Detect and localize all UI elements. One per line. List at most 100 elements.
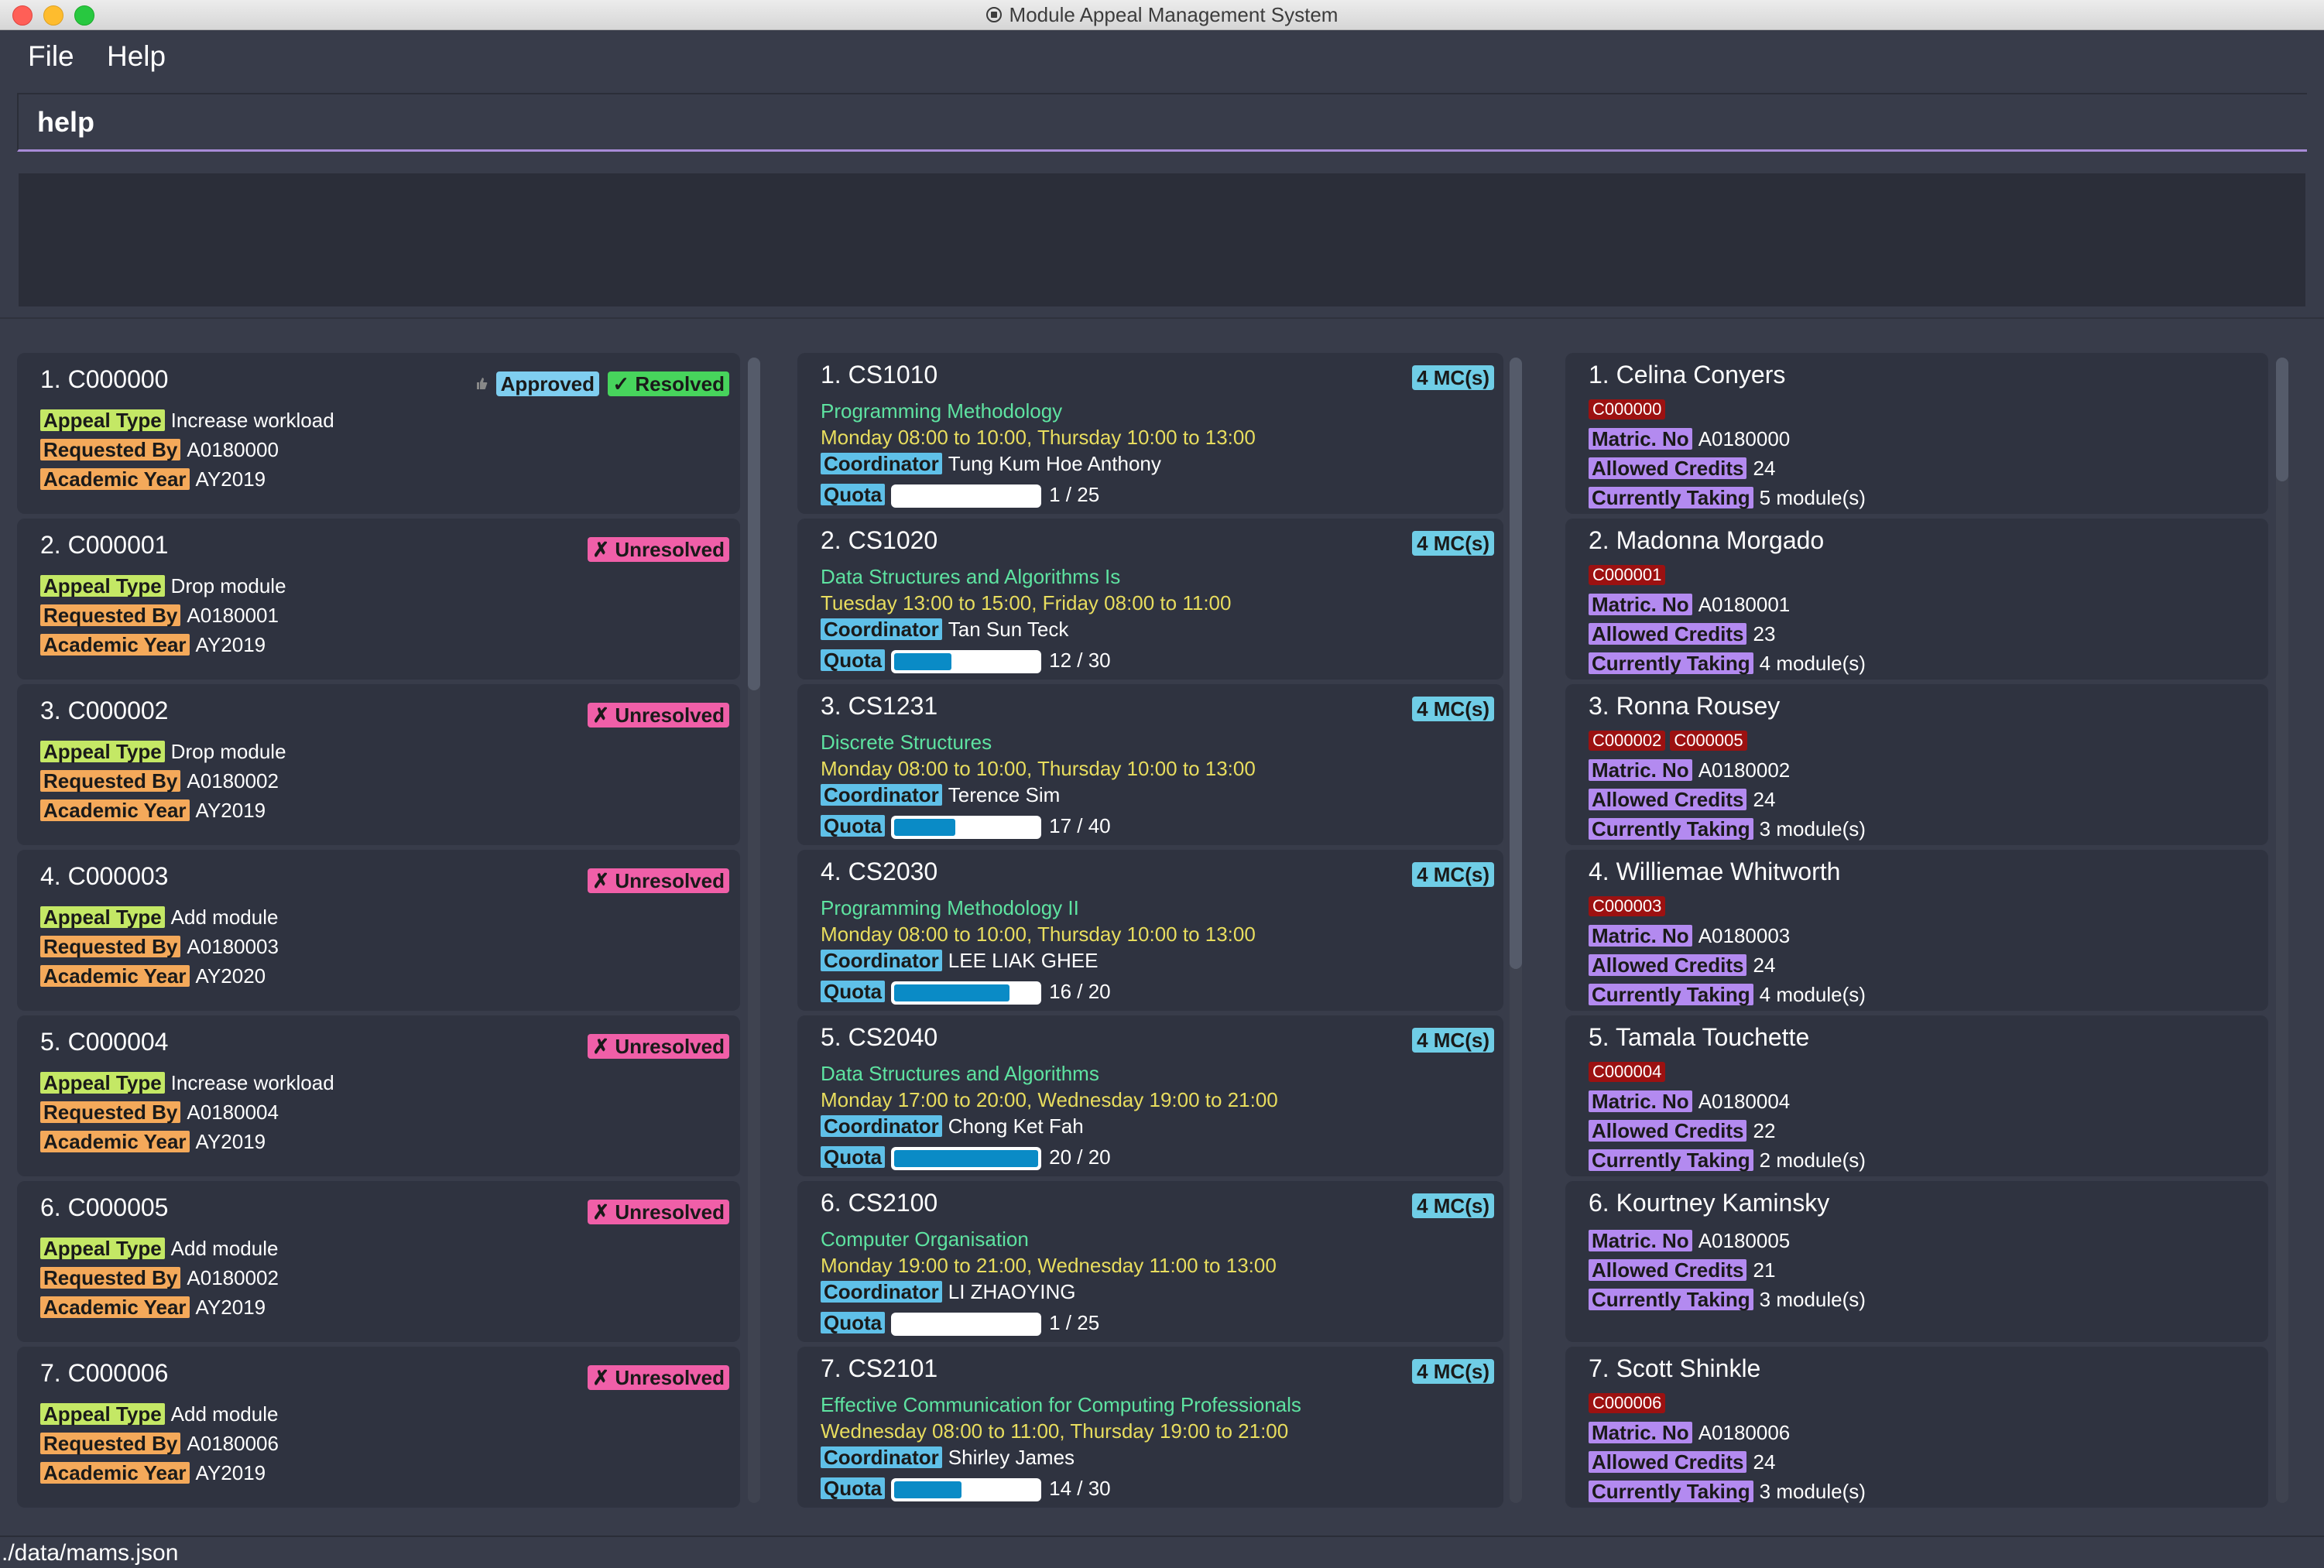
mc-badge: 4 MC(s) [1412,531,1494,556]
module-card[interactable]: 1. CS1010 4 MC(s) Programming Methodology M… [797,353,1503,514]
module-card[interactable]: 3. CS1231 4 MC(s) Discrete Structures Monda… [797,684,1503,845]
matric-no-value: A0180006 [1698,1421,1791,1444]
app-icon [985,7,1002,23]
matric-no-label: Matric. No [1589,428,1692,450]
student-name: 1. Celina Conyers [1589,361,1786,389]
module-card[interactable]: 2. CS1020 4 MC(s) Data Structures and Algo… [797,519,1503,680]
status-badge: ✓ Resolved [608,371,729,396]
appeal-type-value: Add module [170,1237,279,1260]
module-timeslot: Monday 17:00 to 20:00, Wednesday 19:00 t… [821,1088,1278,1111]
field-row: Appeal Type Add module [40,1237,278,1261]
field-row: Allowed Credits 24 [1589,953,1775,977]
student-scrollbar[interactable] [2276,358,2288,481]
quota-row: Quota 20 / 20 [821,1145,1111,1171]
quota-label: Quota [821,981,886,1002]
field-row: Requested By A0180004 [40,1101,279,1125]
quota-value: 14 / 30 [1049,1477,1111,1500]
command-box[interactable]: help [17,93,2307,152]
academic-year-value: AY2019 [195,633,266,656]
quota-progress-fill [894,819,956,837]
student-name: 4. Williemae Whitworth [1589,858,1841,885]
student-card[interactable]: 6. Kourtney Kaminsky Matric. No A0180005 Al… [1565,1181,2268,1342]
student-name: 5. Tamala Touchette [1589,1023,1810,1051]
allowed-credits-label: Allowed Credits [1589,1259,1747,1281]
appeal-card[interactable]: 5. C000004 ✗ Unresolved Appeal Type Increas… [17,1015,740,1176]
module-code: 5. CS2040 [821,1023,938,1051]
appeal-tag: C000005 [1670,731,1747,751]
appeal-card[interactable]: 6. C000005 ✗ Unresolved Appeal Type Add mod… [17,1181,740,1342]
mc-badge: 4 MC(s) [1412,862,1494,887]
coordinator-label: Coordinator [821,1281,942,1303]
module-timeslot: Monday 19:00 to 21:00, Wednesday 11:00 t… [821,1254,1277,1277]
appeal-type-label: Appeal Type [40,741,165,762]
quota-label: Quota [821,1146,886,1168]
allowed-credits-label: Allowed Credits [1589,789,1747,810]
command-input[interactable]: help [37,94,94,150]
matric-no-value: A0180004 [1698,1090,1791,1113]
matric-no-value: A0180000 [1698,427,1791,450]
appeal-tags: C000000 [1589,399,1670,419]
appeal-scrollbar[interactable] [748,358,760,690]
field-row: Allowed Credits 22 [1589,1119,1775,1143]
appeal-card[interactable]: 2. C000001 ✗ Unresolved Appeal Type Drop mo… [17,519,740,680]
appeal-type-label: Appeal Type [40,1403,165,1425]
student-list-panel[interactable]: 1. Celina Conyers C000000 Matric. No A01800… [1548,337,2324,1517]
field-row: Academic Year AY2020 [40,964,266,988]
field-row: Requested By A0180006 [40,1432,279,1456]
appeal-type-value: Add module [170,906,279,929]
requested-by-label: Requested By [40,770,181,792]
appeal-card[interactable]: 1. C000000 ✓ Resolved Approved Appeal Type I… [17,353,740,514]
module-code: 3. CS1231 [821,692,938,720]
allowed-credits-value: 24 [1753,1450,1776,1474]
currently-taking-label: Currently Taking [1589,487,1753,508]
module-list-panel[interactable]: 1. CS1010 4 MC(s) Programming Methodology M… [780,337,1545,1517]
field-row: Academic Year AY2019 [40,799,266,823]
field-row: Academic Year AY2019 [40,633,266,657]
academic-year-value: AY2019 [195,1461,266,1484]
appeal-id: 6. C000005 [40,1193,169,1221]
quota-label: Quota [821,1477,886,1499]
quota-progress-bar [891,1147,1042,1171]
student-card[interactable]: 3. Ronna Rousey C000002 C000005 Matric. No A… [1565,684,2268,845]
module-scrollbar[interactable] [1510,358,1522,969]
module-card[interactable]: 6. CS2100 4 MC(s) Computer Organisation Mon… [797,1181,1503,1342]
student-card[interactable]: 7. Scott Shinkle C000006 Matric. No A018000… [1565,1347,2268,1508]
matric-no-value: A0180005 [1698,1229,1791,1252]
allowed-credits-value: 21 [1753,1258,1776,1282]
module-card[interactable]: 7. CS2101 4 MC(s) Effective Communication … [797,1347,1503,1508]
appeal-card[interactable]: 7. C000006 ✗ Unresolved Appeal Type Add mod… [17,1347,740,1508]
appeal-id: 7. C000006 [40,1359,169,1387]
appeal-card[interactable]: 3. C000002 ✗ Unresolved Appeal Type Drop mo… [17,684,740,845]
appeal-tags: C000003 [1589,896,1670,916]
appeal-type-label: Appeal Type [40,409,165,431]
quota-value: 1 / 25 [1049,1311,1100,1334]
student-card[interactable]: 5. Tamala Touchette C000004 Matric. No A018… [1565,1015,2268,1176]
module-card[interactable]: 4. CS2030 4 MC(s) Programming Methodology … [797,850,1503,1011]
module-name: Programming Methodology [821,399,1063,423]
coordinator-value: Shirley James [948,1446,1075,1469]
appeal-list-panel[interactable]: 1. C000000 ✓ Resolved Approved Appeal Type I… [0,337,774,1517]
appeal-id: 5. C000004 [40,1028,169,1056]
coordinator-label: Coordinator [821,453,942,474]
appeal-type-label: Appeal Type [40,1072,165,1094]
field-row: Academic Year AY2019 [40,467,266,491]
field-row: Matric. No A0180005 [1589,1229,1790,1253]
quota-label: Quota [821,484,886,505]
student-scroll-track[interactable] [2276,358,2288,1503]
menu-file[interactable]: File [28,30,74,83]
module-timeslot: Monday 08:00 to 10:00, Thursday 10:00 to… [821,923,1256,946]
student-card[interactable]: 2. Madonna Morgado C000001 Matric. No A0180… [1565,519,2268,680]
coordinator-label: Coordinator [821,1115,942,1137]
quota-progress-bar [891,1313,1042,1337]
student-card[interactable]: 4. Williemae Whitworth C000003 Matric. No A… [1565,850,2268,1011]
currently-taking-value: 3 module(s) [1759,817,1866,840]
module-card[interactable]: 5. CS2040 4 MC(s) Data Structures and Algo… [797,1015,1503,1176]
student-card[interactable]: 1. Celina Conyers C000000 Matric. No A01800… [1565,353,2268,514]
appeal-card[interactable]: 4. C000003 ✗ Unresolved Appeal Type Add mod… [17,850,740,1011]
field-row: Currently Taking 3 module(s) [1589,1480,1866,1504]
menu-help[interactable]: Help [107,30,166,83]
status-badge: Approved [495,371,599,396]
allowed-credits-value: 24 [1753,788,1776,811]
quota-value: 17 / 40 [1049,814,1111,837]
window-title: Module Appeal Management System [1009,3,1339,26]
